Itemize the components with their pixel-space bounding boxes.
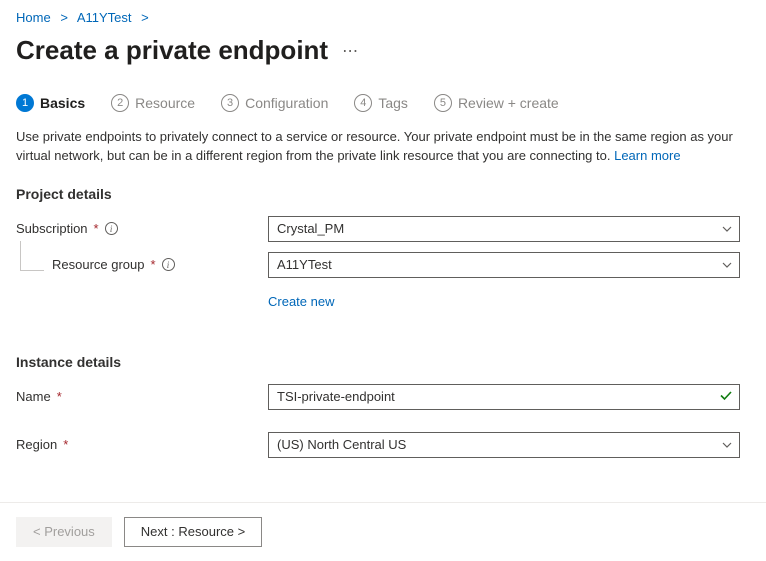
required-mark: *	[63, 437, 68, 452]
next-button[interactable]: Next : Resource >	[124, 517, 262, 547]
tab-label: Configuration	[245, 95, 328, 111]
previous-button: < Previous	[16, 517, 112, 547]
tab-configuration[interactable]: 3 Configuration	[221, 94, 328, 112]
description-text: Use private endpoints to privately conne…	[16, 128, 750, 166]
breadcrumb-home[interactable]: Home	[16, 10, 51, 25]
tab-label: Resource	[135, 95, 195, 111]
subscription-select[interactable]: Crystal_PM	[268, 216, 740, 242]
required-mark: *	[57, 389, 62, 404]
required-mark: *	[151, 257, 156, 272]
tab-resource[interactable]: 2 Resource	[111, 94, 195, 112]
info-icon[interactable]: i	[162, 258, 175, 271]
tab-label: Tags	[378, 95, 408, 111]
breadcrumb-item[interactable]: A11YTest	[77, 10, 132, 25]
tree-connector-icon	[20, 241, 44, 271]
label-region: Region	[16, 437, 57, 452]
checkmark-icon	[719, 388, 733, 405]
section-instance-details: Instance details	[16, 354, 750, 370]
tab-number: 1	[16, 94, 34, 112]
create-new-link[interactable]: Create new	[268, 294, 334, 309]
info-icon[interactable]: i	[105, 222, 118, 235]
tab-label: Review + create	[458, 95, 559, 111]
wizard-tabs: 1 Basics 2 Resource 3 Configuration 4 Ta…	[16, 94, 750, 128]
resource-group-value: A11YTest	[277, 257, 332, 272]
tab-basics[interactable]: 1 Basics	[16, 94, 85, 112]
tab-number: 3	[221, 94, 239, 112]
subscription-value: Crystal_PM	[277, 221, 344, 236]
page-title: Create a private endpoint	[16, 35, 328, 66]
more-icon[interactable]: ⋯	[342, 41, 359, 61]
tab-number: 2	[111, 94, 129, 112]
tab-tags[interactable]: 4 Tags	[354, 94, 408, 112]
tab-review-create[interactable]: 5 Review + create	[434, 94, 559, 112]
label-resource-group: Resource group	[52, 257, 145, 272]
tab-number: 5	[434, 94, 452, 112]
region-select[interactable]: (US) North Central US	[268, 432, 740, 458]
learn-more-link[interactable]: Learn more	[614, 148, 680, 163]
chevron-right-icon: >	[135, 10, 155, 25]
name-input[interactable]	[268, 384, 740, 410]
chevron-right-icon: >	[54, 10, 74, 25]
resource-group-select[interactable]: A11YTest	[268, 252, 740, 278]
section-project-details: Project details	[16, 186, 750, 202]
label-name: Name	[16, 389, 51, 404]
tab-label: Basics	[40, 95, 85, 111]
label-subscription: Subscription	[16, 221, 88, 236]
region-value: (US) North Central US	[277, 437, 406, 452]
wizard-footer: < Previous Next : Resource >	[0, 502, 766, 561]
required-mark: *	[94, 221, 99, 236]
tab-number: 4	[354, 94, 372, 112]
breadcrumb: Home > A11YTest >	[16, 8, 750, 35]
